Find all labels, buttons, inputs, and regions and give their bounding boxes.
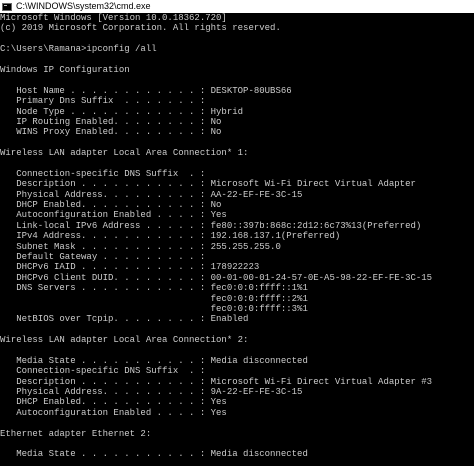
title-bar[interactable]: C:\WINDOWS\system32\cmd.exe [0,0,474,13]
console-line: C:\Users\Ramana>ipconfig /all [0,44,157,55]
console-line: fec0:0:0:ffff::3%1 [0,303,308,314]
console-line: Windows IP Configuration [0,64,130,75]
console-line: IP Routing Enabled. . . . . . . . : No [0,116,222,127]
console-line: Description . . . . . . . . . . . : Micr… [0,376,433,387]
console-line: WINS Proxy Enabled. . . . . . . . : No [0,127,222,138]
console-line: DHCP Enabled. . . . . . . . . . . : Yes [0,397,227,408]
console-line: IPv4 Address. . . . . . . . . . . : 192.… [0,231,341,242]
console-line: Media State . . . . . . . . . . . : Medi… [0,449,308,460]
console-line: NetBIOS over Tcpip. . . . . . . . : Enab… [0,314,249,325]
console-line: DNS Servers . . . . . . . . . . . : fec0… [0,283,308,294]
console-line: Media State . . . . . . . . . . . : Medi… [0,355,308,366]
console-line: DHCPv6 Client DUID. . . . . . . . : 00-0… [0,272,433,283]
console-line: Node Type . . . . . . . . . . . . : Hybr… [0,106,244,117]
console-line: Link-local IPv6 Address . . . . . : fe80… [0,220,422,231]
cmd-icon [2,2,12,11]
console-line: Ethernet adapter Ethernet 2: [0,428,152,439]
console-line: DHCPv6 IAID . . . . . . . . . . . : 1789… [0,262,260,273]
console-output[interactable]: Microsoft Windows [Version 10.0.18362.72… [0,13,474,466]
console-line: Physical Address. . . . . . . . . : 9A-2… [0,387,303,398]
console-line: Host Name . . . . . . . . . . . . : DESK… [0,85,292,96]
console-line: Wireless LAN adapter Local Area Connecti… [0,148,249,159]
console-line: (c) 2019 Microsoft Corporation. All righ… [0,23,281,34]
console-line: Default Gateway . . . . . . . . . : [0,251,206,262]
console-line: Microsoft Windows [Version 10.0.18362.72… [0,13,227,23]
console-line: Autoconfiguration Enabled . . . . : Yes [0,407,227,418]
console-line: Connection-specific DNS Suffix . : [0,168,206,179]
console-line: Connection-specific DNS Suffix . : [0,366,206,377]
console-line: Subnet Mask . . . . . . . . . . . : 255.… [0,241,281,252]
console-line: Autoconfiguration Enabled . . . . : Yes [0,210,227,221]
console-line: Description . . . . . . . . . . . : Micr… [0,179,416,190]
window-title: C:\WINDOWS\system32\cmd.exe [16,1,151,11]
console-line: Primary Dns Suffix . . . . . . . : [0,96,206,107]
cmd-window: C:\WINDOWS\system32\cmd.exe Microsoft Wi… [0,0,474,466]
console-line: Physical Address. . . . . . . . . : AA-2… [0,189,303,200]
console-line: DHCP Enabled. . . . . . . . . . . : No [0,200,222,211]
console-line: fec0:0:0:ffff::2%1 [0,293,308,304]
console-line: Wireless LAN adapter Local Area Connecti… [0,335,249,346]
